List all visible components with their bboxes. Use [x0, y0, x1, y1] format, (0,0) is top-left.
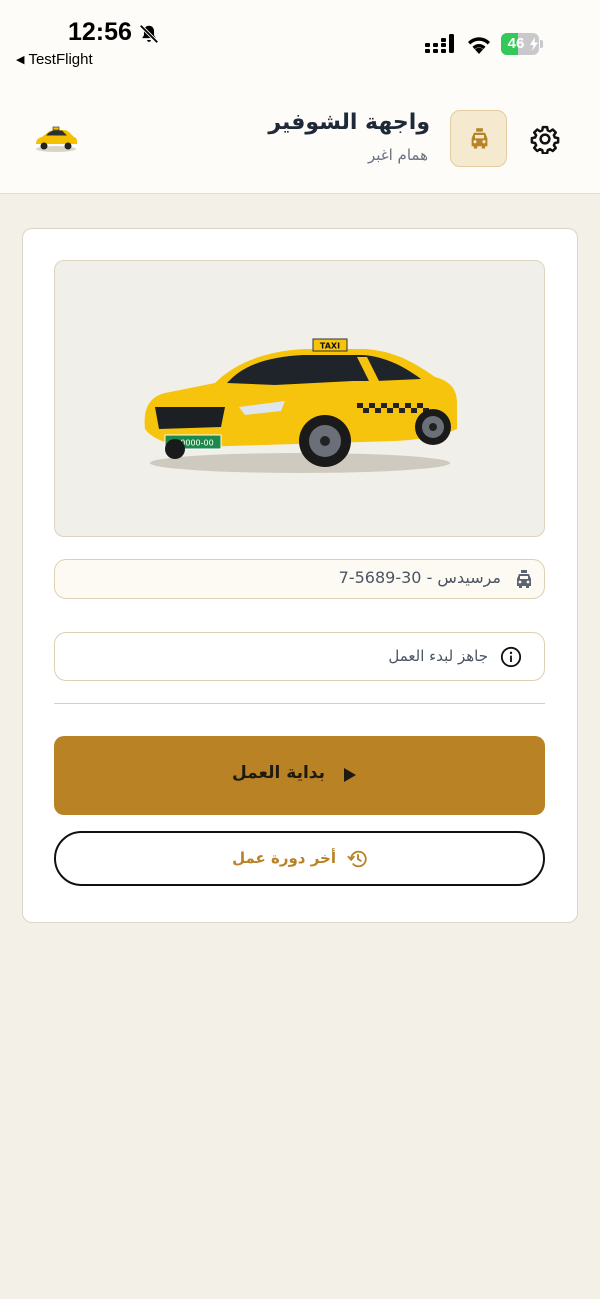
gear-icon[interactable] [530, 124, 560, 154]
back-app-label: TestFlight [28, 51, 93, 68]
status-message: جاهز لبدء العمل [388, 647, 488, 665]
divider [54, 703, 545, 704]
taxi-icon [517, 570, 531, 588]
battery-percent: 46 [507, 35, 525, 52]
driver-name: همام اغبر [367, 146, 428, 164]
play-icon [344, 768, 356, 782]
taxi-badge [450, 110, 507, 167]
charging-bolt-icon [530, 37, 538, 51]
start-shift-label: بداية العمل [231, 763, 325, 783]
wifi-icon [468, 37, 490, 54]
last-shift-button[interactable]: أخر دورة عمل [54, 831, 545, 886]
page-title: واجهة الشوفير [268, 110, 430, 135]
taxi-car-image: TAXI 7-0000-00 [144, 338, 457, 473]
vehicle-label: مرسيدس - 30-5689-7 [338, 568, 501, 587]
taxi-logo-icon [36, 126, 77, 152]
history-icon [347, 850, 367, 868]
vehicle-field: مرسيدس - 30-5689-7 [54, 559, 545, 599]
roof-sign-text: TAXI [320, 342, 340, 351]
last-shift-label: أخر دورة عمل [232, 849, 336, 867]
info-icon [500, 646, 522, 668]
battery-icon: 46 [501, 33, 543, 55]
start-shift-button[interactable]: بداية العمل [54, 736, 545, 815]
app-header: 12:56 ◀ TestFlight 46 واجهة الشوفير همام … [0, 0, 600, 194]
signal-icon [425, 34, 454, 53]
back-arrow-icon: ◀ [16, 54, 25, 66]
status-field: جاهز لبدء العمل [54, 632, 545, 681]
vehicle-image-frame: TAXI 7-0000-00 [54, 260, 545, 537]
bell-slash-icon [139, 24, 159, 44]
back-to-testflight[interactable]: ◀ TestFlight [16, 51, 93, 68]
taxi-icon [471, 128, 488, 149]
status-time: 12:56 [68, 18, 132, 46]
